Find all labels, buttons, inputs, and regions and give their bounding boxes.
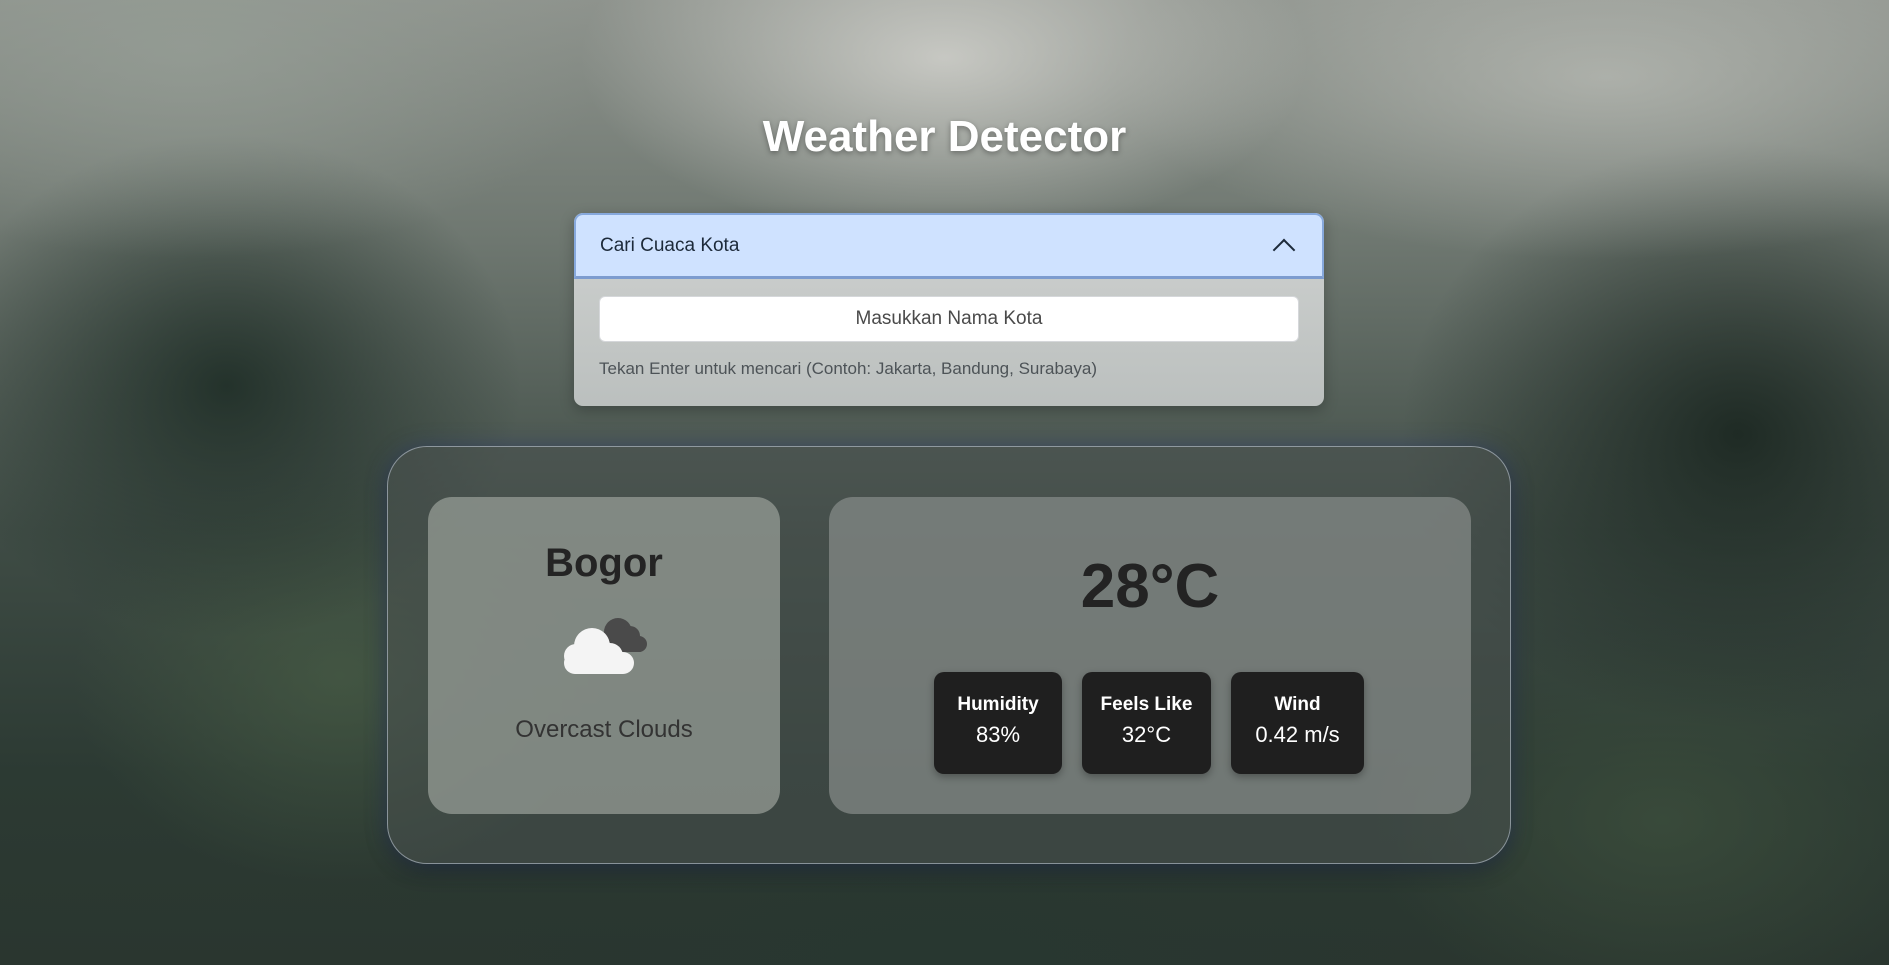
search-accordion: Cari Cuaca Kota Tekan Enter untuk mencar… [574,213,1324,406]
city-search-input[interactable] [599,296,1299,342]
humidity-stat: Humidity 83% [934,672,1062,774]
stat-value: 0.42 m/s [1255,722,1340,747]
stat-label: Wind [1274,694,1321,715]
chevron-up-icon [1272,238,1296,261]
accordion-toggle-button[interactable]: Cari Cuaca Kota [574,213,1324,279]
stat-label: Feels Like [1100,694,1193,715]
weather-card: Bogor Overcast Clouds 28°C Humidity 83% … [387,446,1511,864]
accordion-title: Cari Cuaca Kota [600,234,740,256]
temperature-value: 28°C [1080,552,1220,621]
page-title: Weather Detector [762,112,1127,161]
search-hint: Tekan Enter untuk mencari (Contoh: Jakar… [599,359,1098,378]
wind-stat: Wind 0.42 m/s [1231,672,1364,774]
weather-description: Overcast Clouds [515,716,693,743]
city-panel: Bogor Overcast Clouds [428,497,780,814]
overcast-clouds-icon [564,618,647,674]
stats-row: Humidity 83% Feels Like 32°C Wind 0.42 m… [934,672,1364,774]
city-name: Bogor [545,541,663,585]
feels-like-stat: Feels Like 32°C [1082,672,1211,774]
stat-value: 32°C [1121,722,1172,747]
accordion-body: Tekan Enter untuk mencari (Contoh: Jakar… [574,279,1324,379]
stat-label: Humidity [957,694,1039,715]
temperature-panel: 28°C Humidity 83% Feels Like 32°C Wind 0… [829,497,1471,814]
stat-value: 83% [975,722,1021,747]
